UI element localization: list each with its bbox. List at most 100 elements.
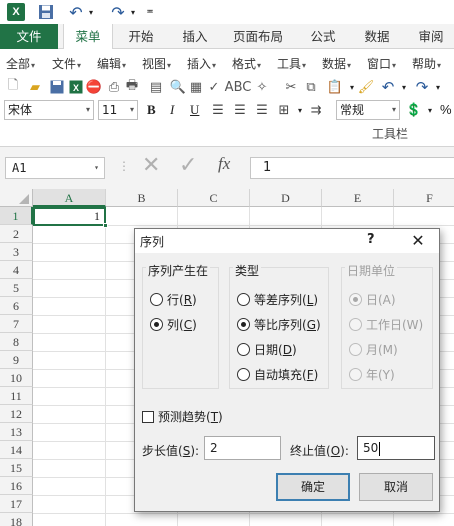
tab-menu[interactable]: 菜单 xyxy=(63,24,113,50)
row-header[interactable]: 14 xyxy=(0,441,33,459)
excel-app-icon[interactable]: X xyxy=(6,2,26,22)
menu-tools[interactable]: 工具▾ xyxy=(277,55,306,72)
menu-format[interactable]: 格式▾ xyxy=(232,55,261,72)
underline-button[interactable]: U xyxy=(190,102,199,118)
print-preview-icon[interactable]: ⎙ xyxy=(106,79,122,95)
radio-growth[interactable]: 等比序列(G) xyxy=(237,316,321,333)
print-setup-icon[interactable]: ▤ xyxy=(148,79,164,95)
row-header[interactable]: 18 xyxy=(0,513,33,526)
menu-file[interactable]: 文件▾ xyxy=(52,55,81,72)
chevron-down-icon[interactable]: ▾ xyxy=(430,79,446,95)
ok-button[interactable]: 确定 xyxy=(276,473,350,501)
undo-dropdown-icon[interactable]: ▾ xyxy=(86,2,96,22)
menu-window[interactable]: 窗口▾ xyxy=(367,55,396,72)
radio-autofill[interactable]: 自动填充(F) xyxy=(237,366,318,383)
excel-file-icon[interactable]: X xyxy=(68,79,84,95)
row-header[interactable]: 15 xyxy=(0,459,33,477)
row-header[interactable]: 4 xyxy=(0,261,33,279)
save-icon[interactable] xyxy=(36,2,56,22)
fill-handle[interactable] xyxy=(103,223,108,228)
help-button[interactable]: ? xyxy=(367,232,375,247)
select-all-corner[interactable] xyxy=(0,189,33,207)
row-header[interactable]: 2 xyxy=(0,225,33,243)
wrap-text-icon[interactable]: ⇉ xyxy=(308,102,324,118)
row-header[interactable]: 3 xyxy=(0,243,33,261)
radio-date[interactable]: 日期(D) xyxy=(237,341,297,358)
radio-columns[interactable]: 列(C) xyxy=(150,316,197,333)
undo-toolbar-icon[interactable]: ↶ xyxy=(380,78,396,96)
enter-icon[interactable]: ✓ xyxy=(179,153,197,178)
active-cell-a1[interactable]: 1 xyxy=(33,207,108,228)
cancel-icon[interactable]: ✕ xyxy=(142,153,160,178)
paste-icon[interactable]: 📋 xyxy=(327,79,343,95)
chevron-down-icon[interactable]: ▾ xyxy=(396,79,412,95)
column-header[interactable]: B xyxy=(106,189,178,207)
column-header[interactable]: C xyxy=(178,189,250,207)
tab-file[interactable]: 文件 xyxy=(0,24,58,49)
menu-all[interactable]: 全部▾ xyxy=(6,55,35,72)
radio-rows[interactable]: 行(R) xyxy=(150,291,197,308)
stop-icon[interactable]: ⛔ xyxy=(86,79,102,95)
redo-dropdown-icon[interactable]: ▾ xyxy=(128,2,138,22)
stop-value-input[interactable]: 50 xyxy=(357,436,435,460)
print-icon[interactable]: 🖶 xyxy=(124,78,140,95)
menu-help[interactable]: 帮助▾ xyxy=(412,55,441,72)
column-header[interactable]: A xyxy=(33,189,106,207)
format-painter-icon[interactable]: 🖌 xyxy=(358,79,375,95)
save-toolbar-icon[interactable] xyxy=(49,79,65,95)
spelling-icon[interactable]: ✓ xyxy=(206,79,222,95)
search-icon[interactable]: 🔍 xyxy=(170,79,186,95)
cut-icon[interactable]: ✂ xyxy=(283,79,299,95)
tab-insert[interactable]: 插入 xyxy=(172,24,218,49)
row-header[interactable]: 5 xyxy=(0,279,33,297)
merge-center-icon[interactable]: ⊞ xyxy=(276,102,292,118)
row-header[interactable]: 17 xyxy=(0,495,33,513)
chevron-down-icon[interactable]: ▾ xyxy=(292,102,308,118)
row-header[interactable]: 11 xyxy=(0,387,33,405)
tab-page-layout[interactable]: 页面布局 xyxy=(226,24,290,49)
row-header[interactable]: 8 xyxy=(0,333,33,351)
customize-quick-access-icon[interactable]: ≖ xyxy=(144,2,156,22)
align-right-icon[interactable]: ☰ xyxy=(254,102,270,118)
formula-input[interactable]: 1 xyxy=(250,157,454,179)
redo-toolbar-icon[interactable]: ↷ xyxy=(414,78,430,96)
cancel-button[interactable]: 取消 xyxy=(359,473,433,501)
menu-data[interactable]: 数据▾ xyxy=(322,55,351,72)
tab-data[interactable]: 数据 xyxy=(354,24,400,49)
redo-icon[interactable]: ↷ xyxy=(108,2,128,22)
name-box[interactable]: A1 ▾ xyxy=(5,157,105,179)
tab-review[interactable]: 审阅 xyxy=(408,24,454,49)
bold-button[interactable]: B xyxy=(147,102,156,118)
row-header[interactable]: 9 xyxy=(0,351,33,369)
currency-icon[interactable]: 💲 xyxy=(406,102,422,118)
column-header[interactable]: F xyxy=(394,189,454,207)
new-document-icon[interactable]: 🗋 xyxy=(5,78,21,95)
row-header[interactable]: 10 xyxy=(0,369,33,387)
dialog-title-bar[interactable]: 序列 ? ✕ xyxy=(135,229,439,253)
row-header[interactable]: 12 xyxy=(0,405,33,423)
open-folder-icon[interactable]: ▰ xyxy=(27,79,43,95)
menu-view[interactable]: 视图▾ xyxy=(142,55,171,72)
sheet-icon[interactable]: ▦ xyxy=(188,79,204,95)
row-header[interactable]: 7 xyxy=(0,315,33,333)
row-header[interactable]: 1 xyxy=(0,207,33,225)
research-icon[interactable]: ABC xyxy=(225,79,252,95)
undo-icon[interactable]: ↶ xyxy=(66,2,86,22)
row-header[interactable]: 16 xyxy=(0,477,33,495)
close-icon[interactable]: ✕ xyxy=(407,230,429,252)
column-header[interactable]: E xyxy=(322,189,394,207)
percent-button[interactable]: % xyxy=(440,102,452,117)
step-value-input[interactable]: 2 xyxy=(204,436,281,460)
copy-icon[interactable]: ⧉ xyxy=(303,79,319,95)
align-left-icon[interactable]: ☰ xyxy=(210,102,226,118)
column-header[interactable]: D xyxy=(250,189,322,207)
menu-edit[interactable]: 编辑▾ xyxy=(97,55,126,72)
radio-linear[interactable]: 等差序列(L) xyxy=(237,291,318,308)
italic-button[interactable]: I xyxy=(170,102,174,118)
chevron-down-icon[interactable]: ▾ xyxy=(422,102,438,118)
trend-checkbox[interactable]: 预测趋势(T) xyxy=(142,408,223,425)
row-header[interactable]: 13 xyxy=(0,423,33,441)
font-name-combo[interactable]: 宋体 ▾ xyxy=(4,100,94,120)
translate-icon[interactable]: ✧ xyxy=(254,79,270,95)
tab-home[interactable]: 开始 xyxy=(118,24,164,49)
